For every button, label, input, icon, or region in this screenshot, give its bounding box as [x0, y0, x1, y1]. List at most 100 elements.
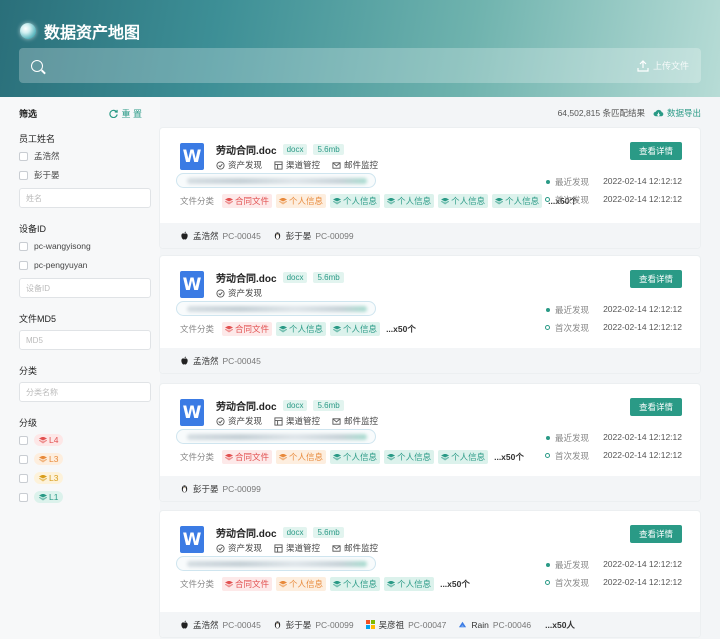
export-button[interactable]: 数据导出	[653, 107, 701, 119]
windows-icon	[365, 620, 375, 629]
mail-icon	[332, 417, 341, 425]
file-size-badge: 5.6mb	[313, 272, 344, 283]
file-name[interactable]: 劳动合同.doc	[216, 270, 277, 285]
checkbox[interactable]	[19, 260, 28, 270]
classification-row: 文件分类 合同文件 个人信息 个人信息 ...x50个	[180, 322, 416, 336]
class-tag[interactable]: 个人信息	[438, 194, 489, 208]
layers-icon	[279, 581, 287, 588]
layers-icon	[39, 494, 47, 501]
filter-sidebar: 筛选 重 置 员工姓名 孟浩然 彭于晏 姓名 设备ID pc-wangyison…	[0, 97, 160, 639]
class-tag[interactable]: 个人信息	[492, 194, 543, 208]
result-card: W 劳动合同.doc docx 5.6mb 资产发现 渠道管控 邮件监控 查看详情 最近发现 20…	[160, 511, 700, 637]
class-tag[interactable]: 个人信息	[384, 450, 435, 464]
checkbox[interactable]	[19, 454, 28, 464]
device-entry[interactable]: 彭于晏 PC-00099	[180, 483, 261, 495]
class-tag[interactable]: 个人信息	[330, 322, 381, 336]
device-entry[interactable]: 孟浩然 PC-00045	[180, 619, 261, 631]
class-label: 文件分类	[180, 452, 215, 462]
last-found-time: 2022-02-14 12:12:12	[603, 176, 682, 186]
checkbox[interactable]	[19, 241, 28, 251]
class-tag[interactable]: 个人信息	[276, 450, 327, 464]
hash-value-blurred	[187, 434, 367, 440]
file-name[interactable]: 劳动合同.doc	[216, 525, 277, 540]
level-badge: L4	[34, 434, 64, 446]
checkbox[interactable]	[19, 170, 28, 180]
search-bar[interactable]: 上传文件	[19, 48, 701, 83]
cloud-download-icon	[653, 109, 664, 116]
reset-button[interactable]: 重 置	[109, 107, 142, 120]
class-tag[interactable]: 合同文件	[222, 194, 273, 208]
more-tags[interactable]: ...x50个	[494, 451, 524, 463]
employee-name-input[interactable]: 姓名	[19, 188, 151, 208]
classification-row: 文件分类 合同文件 个人信息 个人信息 个人信息 ...x50个	[180, 577, 470, 591]
class-tag[interactable]: 合同文件	[222, 450, 273, 464]
layers-icon	[279, 454, 287, 461]
device-entry[interactable]: 彭于晏 PC-00099	[273, 230, 354, 242]
more-tags[interactable]: ...x50个	[386, 323, 416, 335]
result-card: W 劳动合同.doc docx 5.6mb 资产发现 渠道管控 邮件监控 查看详情 最近发现 20…	[160, 128, 700, 248]
device-entry[interactable]: 孟浩然 PC-00045	[180, 230, 261, 242]
md5-hash-field	[176, 556, 376, 571]
class-tag[interactable]: 合同文件	[222, 577, 273, 591]
class-tag[interactable]: 个人信息	[384, 194, 435, 208]
search-input[interactable]	[51, 60, 637, 71]
device-entry[interactable]: Rain PC-00046	[458, 620, 531, 630]
level-option-l1[interactable]: L1	[19, 489, 151, 505]
class-label: 文件分类	[180, 324, 215, 334]
file-name[interactable]: 劳动合同.doc	[216, 398, 277, 413]
class-tag[interactable]: 合同文件	[222, 322, 273, 336]
class-tag[interactable]: 个人信息	[330, 450, 381, 464]
app-title: 数据资产地图	[20, 19, 140, 43]
level-label: 分级	[19, 418, 38, 428]
search-icon	[31, 59, 43, 72]
radar-icon	[216, 288, 225, 298]
employee-option-1[interactable]: 彭于晏	[19, 167, 151, 183]
mail-icon	[332, 161, 341, 169]
linux-icon	[274, 232, 280, 240]
class-tag[interactable]: 个人信息	[276, 194, 327, 208]
class-tag[interactable]: 个人信息	[384, 577, 435, 591]
file-ext-badge: docx	[282, 144, 308, 155]
md5-input[interactable]: MD5	[19, 330, 151, 350]
class-tag[interactable]: 个人信息	[438, 450, 489, 464]
view-detail-button[interactable]: 查看详情	[630, 142, 682, 160]
discovery-channels: 资产发现 渠道管控 邮件监控	[216, 415, 378, 427]
reset-label: 重 置	[121, 109, 142, 119]
more-tags[interactable]: ...x50个	[440, 578, 470, 590]
radar-icon	[216, 160, 225, 170]
last-found-time: 2022-02-14 12:12:12	[603, 559, 682, 569]
upload-label: 上传文件	[652, 61, 689, 71]
employee-option-0[interactable]: 孟浩然	[19, 148, 151, 164]
device-id-input[interactable]: 设备ID	[19, 278, 151, 298]
class-tag[interactable]: 个人信息	[330, 577, 381, 591]
level-option-l4[interactable]: L4	[19, 432, 151, 448]
device-option-0[interactable]: pc-wangyisong	[19, 238, 151, 254]
device-entry[interactable]: 彭于晏 PC-00099	[273, 619, 354, 631]
checkbox[interactable]	[19, 151, 28, 161]
level-badge: L1	[34, 491, 64, 503]
checkbox[interactable]	[19, 473, 28, 483]
level-option-l3[interactable]: L3	[19, 451, 151, 467]
class-tag[interactable]: 个人信息	[276, 577, 327, 591]
level-option-l2[interactable]: L3	[19, 470, 151, 486]
last-found-row: 最近发现 2022-02-14 12:12:12	[546, 176, 682, 188]
checkbox[interactable]	[19, 492, 28, 502]
results-bar: 64,502,815 条匹配结果 数据导出	[558, 107, 701, 119]
view-detail-button[interactable]: 查看详情	[630, 270, 682, 288]
class-tag[interactable]: 个人信息	[276, 322, 327, 336]
class-label: 文件分类	[180, 579, 215, 589]
file-name[interactable]: 劳动合同.doc	[216, 142, 277, 157]
device-entry[interactable]: 孟浩然 PC-00045	[180, 355, 261, 367]
more-devices[interactable]: ...x50人	[545, 619, 575, 631]
checkbox[interactable]	[19, 435, 28, 445]
word-doc-icon: W	[180, 143, 204, 170]
layers-icon	[225, 454, 233, 461]
status-dot-icon	[546, 436, 551, 440]
view-detail-button[interactable]: 查看详情	[630, 398, 682, 416]
device-entry[interactable]: 吴彦祖 PC-00047	[365, 619, 446, 631]
view-detail-button[interactable]: 查看详情	[630, 525, 682, 543]
category-input[interactable]: 分类名称	[19, 382, 151, 402]
class-tag[interactable]: 个人信息	[330, 194, 381, 208]
device-option-1[interactable]: pc-pengyuyan	[19, 257, 151, 273]
upload-button[interactable]: 上传文件	[637, 59, 689, 72]
